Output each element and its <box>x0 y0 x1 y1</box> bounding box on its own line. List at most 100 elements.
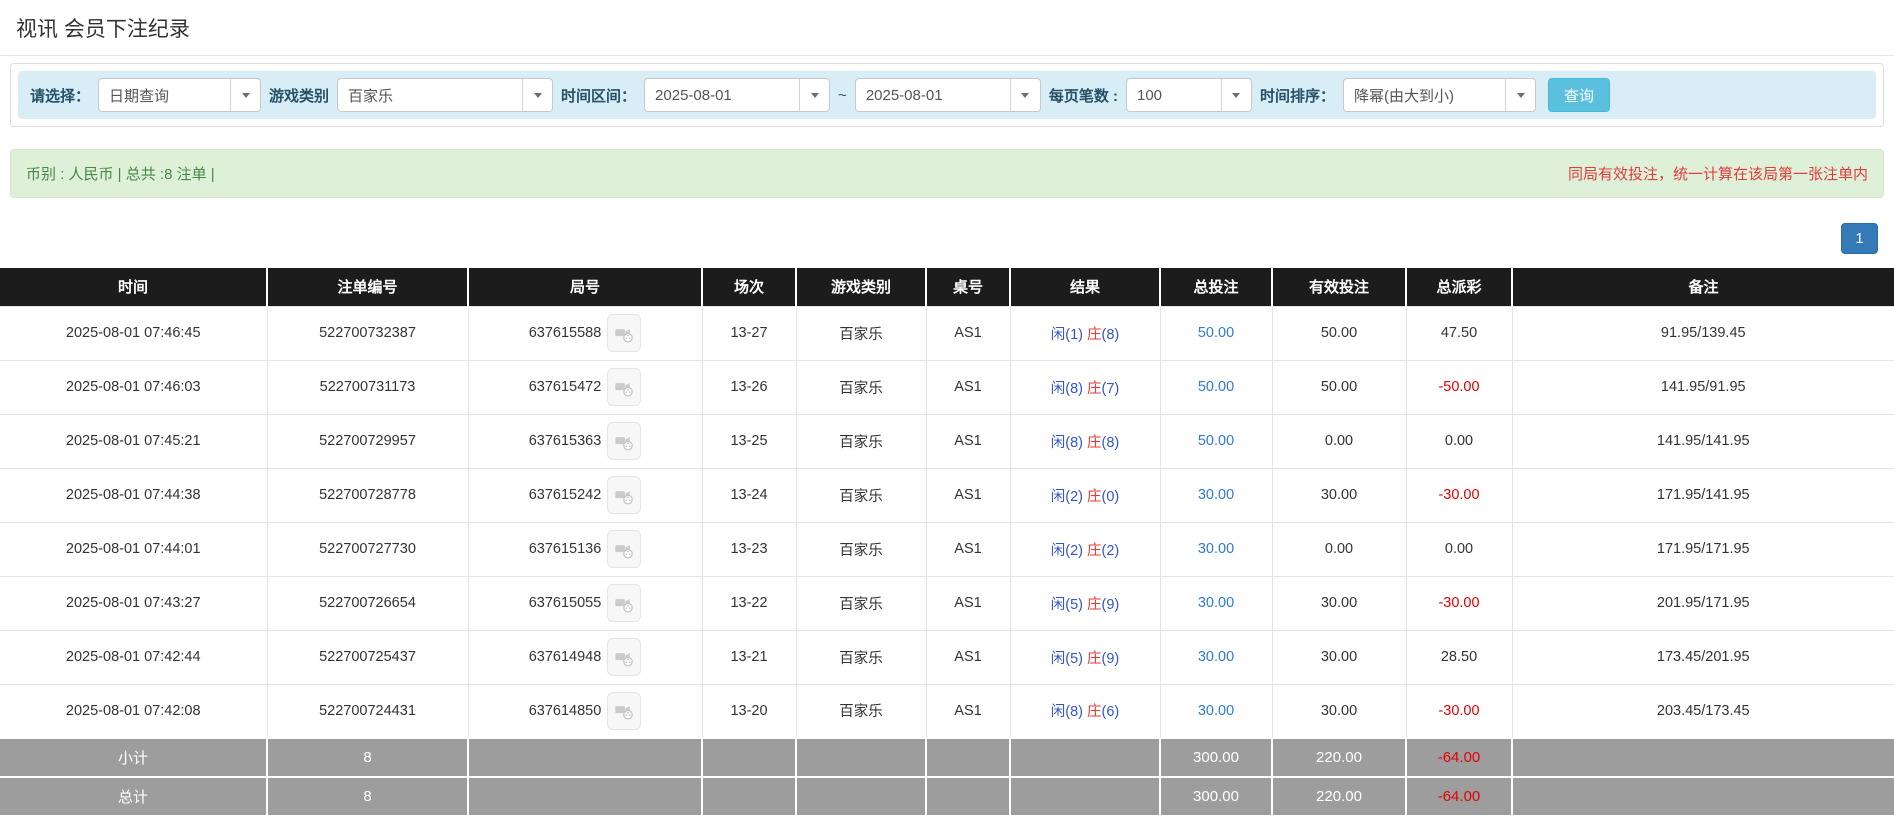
cell-result: 闲(2) 庄(0) <box>1010 468 1160 522</box>
result-banker-score: (8) <box>1102 435 1120 451</box>
page-1-button[interactable]: 1 <box>1841 223 1878 254</box>
grand-total-total-bet: 300.00 <box>1160 777 1272 816</box>
date-to-dropdown[interactable]: 2025-08-01 <box>855 78 1041 112</box>
cell-total-bet: 50.00 <box>1160 306 1272 360</box>
cell-time: 2025-08-01 07:45:21 <box>0 414 267 468</box>
col-valid-bet: 有效投注 <box>1272 268 1406 306</box>
chevron-down-icon[interactable] <box>799 79 829 111</box>
cell-payout: 28.50 <box>1406 630 1512 684</box>
summary-bar: 币别 : 人民币 | 总共 :8 注单 | 同局有效投注，统一计算在该局第一张注… <box>10 149 1884 198</box>
cell-bet-id: 522700728778 <box>267 468 468 522</box>
video-replay-icon[interactable] <box>607 314 641 352</box>
video-replay-icon[interactable] <box>607 638 641 676</box>
result-player: 闲(5) <box>1051 597 1083 613</box>
cell-result: 闲(5) 庄(9) <box>1010 576 1160 630</box>
cell-payout: -50.00 <box>1406 360 1512 414</box>
cell-bet-id: 522700731173 <box>267 360 468 414</box>
total-bet-link[interactable]: 30.00 <box>1198 649 1234 665</box>
cell-table-no: AS1 <box>926 468 1010 522</box>
game-type-value: 百家乐 <box>338 79 522 111</box>
cell-remark: 141.95/91.95 <box>1512 360 1894 414</box>
bet-records-table: 时间 注单编号 局号 场次 游戏类别 桌号 结果 总投注 有效投注 总派彩 备注… <box>0 268 1894 817</box>
total-bet-link[interactable]: 50.00 <box>1198 433 1234 449</box>
result-banker: 庄 <box>1087 597 1102 613</box>
video-replay-icon[interactable] <box>607 476 641 514</box>
cell-table-no: AS1 <box>926 306 1010 360</box>
filter-panel: 请选择： 日期查询 游戏类别 百家乐 时间区间： 2025-08-01 ~ 20… <box>10 63 1884 127</box>
total-bet-link[interactable]: 30.00 <box>1198 487 1234 503</box>
cell-session: 13-25 <box>702 414 796 468</box>
cell-valid-bet: 30.00 <box>1272 630 1406 684</box>
video-replay-icon[interactable] <box>607 584 641 622</box>
table-row: 2025-08-01 07:42:08 522700724431 6376148… <box>0 684 1894 738</box>
game-type-dropdown[interactable]: 百家乐 <box>337 78 553 112</box>
search-button[interactable]: 查询 <box>1548 78 1610 112</box>
total-bet-link[interactable]: 30.00 <box>1198 595 1234 611</box>
col-time: 时间 <box>0 268 267 306</box>
result-banker-score: (0) <box>1102 489 1120 505</box>
cell-total-bet: 30.00 <box>1160 630 1272 684</box>
cell-result: 闲(8) 庄(7) <box>1010 360 1160 414</box>
total-bet-link[interactable]: 50.00 <box>1198 325 1234 341</box>
cell-payout: -30.00 <box>1406 684 1512 738</box>
col-bet-id: 注单编号 <box>267 268 468 306</box>
round-number: 637614948 <box>529 649 602 665</box>
video-replay-icon[interactable] <box>607 368 641 406</box>
col-round: 局号 <box>468 268 702 306</box>
cell-remark: 91.95/139.45 <box>1512 306 1894 360</box>
col-result: 结果 <box>1010 268 1160 306</box>
cell-valid-bet: 30.00 <box>1272 684 1406 738</box>
round-number: 637615472 <box>529 379 602 395</box>
chevron-down-icon[interactable] <box>1010 79 1040 111</box>
video-replay-icon[interactable] <box>607 530 641 568</box>
chevron-down-icon[interactable] <box>1221 79 1251 111</box>
cell-table-no: AS1 <box>926 684 1010 738</box>
total-bet-link[interactable]: 30.00 <box>1198 541 1234 557</box>
total-bet-link[interactable]: 30.00 <box>1198 703 1234 719</box>
cell-round: 637614948 <box>468 630 702 684</box>
cell-bet-id: 522700727730 <box>267 522 468 576</box>
cell-round: 637615363 <box>468 414 702 468</box>
result-banker: 庄 <box>1087 704 1102 720</box>
cell-round: 637615136 <box>468 522 702 576</box>
result-banker-score: (7) <box>1102 381 1120 397</box>
col-remark: 备注 <box>1512 268 1894 306</box>
per-page-value: 100 <box>1127 79 1221 111</box>
round-number: 637615588 <box>529 325 602 341</box>
video-replay-icon[interactable] <box>607 692 641 730</box>
cell-bet-id: 522700729957 <box>267 414 468 468</box>
cell-total-bet: 50.00 <box>1160 414 1272 468</box>
cell-table-no: AS1 <box>926 630 1010 684</box>
subtotal-row: 小计 8 300.00 220.00 -64.00 <box>0 738 1894 777</box>
col-table-no: 桌号 <box>926 268 1010 306</box>
date-from-dropdown[interactable]: 2025-08-01 <box>644 78 830 112</box>
round-number: 637615363 <box>529 433 602 449</box>
time-sort-dropdown[interactable]: 降幂(由大到小) <box>1343 78 1536 112</box>
cell-time: 2025-08-01 07:46:45 <box>0 306 267 360</box>
cell-session: 13-23 <box>702 522 796 576</box>
time-sort-value: 降幂(由大到小) <box>1344 79 1505 111</box>
chevron-down-icon[interactable] <box>230 79 260 111</box>
cell-bet-id: 522700724431 <box>267 684 468 738</box>
round-number: 637615055 <box>529 595 602 611</box>
time-range-label: 时间区间： <box>561 85 636 106</box>
cell-remark: 201.95/171.95 <box>1512 576 1894 630</box>
cell-result: 闲(8) 庄(8) <box>1010 414 1160 468</box>
per-page-dropdown[interactable]: 100 <box>1126 78 1252 112</box>
cell-game-type: 百家乐 <box>796 630 926 684</box>
query-type-dropdown[interactable]: 日期查询 <box>98 78 261 112</box>
cell-bet-id: 522700725437 <box>267 630 468 684</box>
video-replay-icon[interactable] <box>607 422 641 460</box>
cell-remark: 173.45/201.95 <box>1512 630 1894 684</box>
game-type-label: 游戏类别 <box>269 85 329 106</box>
total-bet-link[interactable]: 50.00 <box>1198 379 1234 395</box>
chevron-down-icon[interactable] <box>1505 79 1535 111</box>
col-session: 场次 <box>702 268 796 306</box>
cell-remark: 171.95/171.95 <box>1512 522 1894 576</box>
subtotal-valid-bet: 220.00 <box>1272 738 1406 777</box>
table-header: 时间 注单编号 局号 场次 游戏类别 桌号 结果 总投注 有效投注 总派彩 备注 <box>0 268 1894 306</box>
table-body: 2025-08-01 07:46:45 522700732387 6376155… <box>0 306 1894 738</box>
chevron-down-icon[interactable] <box>522 79 552 111</box>
per-page-label: 每页笔数 : <box>1049 85 1118 106</box>
cell-result: 闲(2) 庄(2) <box>1010 522 1160 576</box>
